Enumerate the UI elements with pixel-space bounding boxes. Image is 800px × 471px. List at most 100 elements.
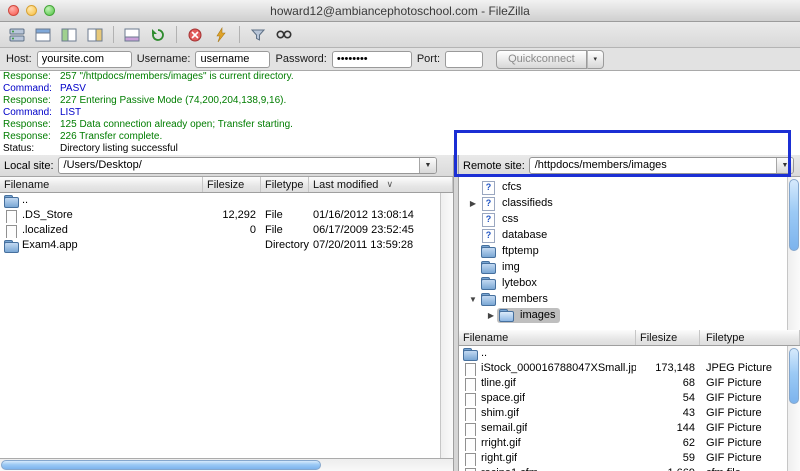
tree-item-css[interactable]: css <box>459 211 787 227</box>
file-name-cell: Exam4.app <box>0 238 203 253</box>
file-row[interactable]: tline.gif 68 GIF Picture <box>459 376 787 391</box>
tree-item-label: classifieds <box>502 197 553 209</box>
file-type: GIF Picture <box>706 422 762 434</box>
column-header-label: Filetype <box>706 331 745 344</box>
file-row[interactable]: rright.gif 62 GIF Picture <box>459 436 787 451</box>
log-line: Command: PASV <box>0 83 800 95</box>
tree-item-content: img <box>479 260 525 275</box>
file-row[interactable]: space.gif 54 GIF Picture <box>459 391 787 406</box>
file-type: GIF Picture <box>706 452 762 464</box>
tree-item-label: lytebox <box>502 277 537 289</box>
disconnect-button[interactable] <box>208 24 234 46</box>
find-button[interactable] <box>271 24 297 46</box>
filter-icon <box>249 27 267 43</box>
toggle-local-tree-button[interactable] <box>56 24 82 46</box>
file-name-cell: recipe1.cfm <box>459 466 636 471</box>
tree-item-content: css <box>479 212 524 227</box>
refresh-button[interactable] <box>145 24 171 46</box>
column-header-filesize[interactable]: Filesize <box>636 330 700 345</box>
remote-site-combo[interactable]: /httpdocs/members/images ▼ <box>528 157 794 174</box>
question-folder-icon <box>481 229 496 243</box>
cancel-button[interactable] <box>182 24 208 46</box>
file-row[interactable]: .localized 0 File 06/17/2009 23:52:45 <box>0 223 440 238</box>
port-input[interactable] <box>445 50 484 68</box>
tree-vertical-scrollbar[interactable] <box>787 177 800 330</box>
log-type: Response: <box>3 71 51 82</box>
file-row[interactable]: iStock_000016788047XSmall.jpg 173,148 JPEG… <box>459 361 787 376</box>
column-header-filename[interactable]: Filename <box>0 177 203 192</box>
site-manager-button[interactable] <box>4 24 30 46</box>
log-line: Response: 227 Entering Passive Mode (74,2… <box>0 95 800 107</box>
tree-item-members[interactable]: ▼ members <box>459 291 787 307</box>
column-header-last-modified[interactable]: Last modified ∨ <box>309 177 453 192</box>
expander-collapsed-icon[interactable]: ▶ <box>467 199 479 208</box>
tree-item-lytebox[interactable]: lytebox <box>459 275 787 291</box>
remote-list-vertical-scrollbar[interactable] <box>787 346 800 471</box>
local-pane: Local site: /Users/Desktop/ ▼ Filename Fi… <box>0 155 453 471</box>
file-row[interactable]: recipe1.cfm 1,669cfm file <box>459 466 787 471</box>
local-site-dropdown-button[interactable]: ▼ <box>419 158 436 173</box>
folder-icon <box>481 293 496 306</box>
tree-item-content: cfcs <box>479 180 527 195</box>
quickconnect-group: Quickconnect ▾ <box>496 49 604 69</box>
tree-item-database[interactable]: database <box>459 227 787 243</box>
file-size: 173,148 <box>655 362 695 374</box>
toggle-remote-tree-button[interactable] <box>82 24 108 46</box>
log-message: Directory listing successful <box>60 143 178 154</box>
quickconnect-button[interactable]: Quickconnect <box>496 49 587 69</box>
titlebar: howard12@ambiancephotoschool.com - FileZ… <box>0 0 800 22</box>
file-row[interactable]: right.gif 59 GIF Picture <box>459 451 787 466</box>
tree-item-classifieds[interactable]: ▶ classifieds <box>459 195 787 211</box>
file-type <box>261 193 309 208</box>
host-input[interactable] <box>36 50 132 68</box>
toggle-message-log-button[interactable] <box>30 24 56 46</box>
filezilla-window: howard12@ambiancephotoschool.com - FileZ… <box>0 0 800 471</box>
log-message: 125 Data connection already open; Transf… <box>60 119 293 130</box>
file-size: 144 <box>676 422 695 434</box>
column-header-filetype[interactable]: Filetype <box>261 177 309 192</box>
file-row[interactable]: shim.gif 43 GIF Picture <box>459 406 787 421</box>
tree-item-label: ftptemp <box>502 245 539 257</box>
file-row[interactable]: .. <box>0 193 440 208</box>
file-row[interactable]: .DS_Store 12,292 File 01/16/2012 13:08:14 <box>0 208 440 223</box>
tree-item-img[interactable]: img <box>459 259 787 275</box>
tree-item-label: css <box>502 213 519 225</box>
quickconnect-history-button[interactable]: ▾ <box>586 49 604 69</box>
tree-item-images[interactable]: ▶ images <box>459 307 787 323</box>
local-site-combo[interactable]: /Users/Desktop/ ▼ <box>57 157 437 174</box>
remote-site-dropdown-button[interactable]: ▼ <box>776 158 793 173</box>
file-row[interactable]: .. <box>459 346 787 361</box>
username-input[interactable] <box>195 50 271 68</box>
file-name: tline.gif <box>481 377 516 389</box>
tree-item-content: images <box>497 307 561 323</box>
file-row[interactable]: Exam4.app Directory 07/20/2011 13:59:28 <box>0 238 440 253</box>
scrollbar-thumb[interactable] <box>1 460 321 470</box>
log-message: 227 Entering Passive Mode (74,200,204,13… <box>60 95 287 106</box>
file-row[interactable]: semail.gif 144 GIF Picture <box>459 421 787 436</box>
local-vertical-scrollbar[interactable] <box>440 193 453 458</box>
filter-button[interactable] <box>245 24 271 46</box>
file-icon <box>463 467 478 471</box>
tree-item-content: database <box>479 228 552 243</box>
question-folder-icon <box>481 213 496 227</box>
toggle-remote-tree-icon <box>86 27 104 43</box>
file-type: GIF Picture <box>706 392 762 404</box>
file-size <box>203 193 261 208</box>
local-horizontal-scrollbar[interactable] <box>0 458 453 471</box>
file-size: 1,669 <box>636 466 700 471</box>
expander-collapsed-icon[interactable]: ▶ <box>485 311 497 320</box>
expander-expanded-icon[interactable]: ▼ <box>467 295 479 304</box>
column-header-filetype[interactable]: Filetype <box>700 330 800 345</box>
tree-item-ftptemp[interactable]: ftptemp <box>459 243 787 259</box>
column-header-filesize[interactable]: Filesize <box>203 177 261 192</box>
column-header-filename[interactable]: Filename <box>459 330 636 345</box>
toggle-queue-button[interactable] <box>119 24 145 46</box>
tree-item-cfcs[interactable]: cfcs <box>459 179 787 195</box>
column-header-label: Filename <box>4 178 50 191</box>
password-input[interactable] <box>331 50 412 68</box>
file-name: iStock_000016788047XSmall.jpg <box>481 362 636 374</box>
file-name: shim.gif <box>481 407 519 419</box>
scrollbar-thumb[interactable] <box>789 179 799 251</box>
port-label: Port: <box>416 53 441 65</box>
scrollbar-thumb[interactable] <box>789 348 799 404</box>
